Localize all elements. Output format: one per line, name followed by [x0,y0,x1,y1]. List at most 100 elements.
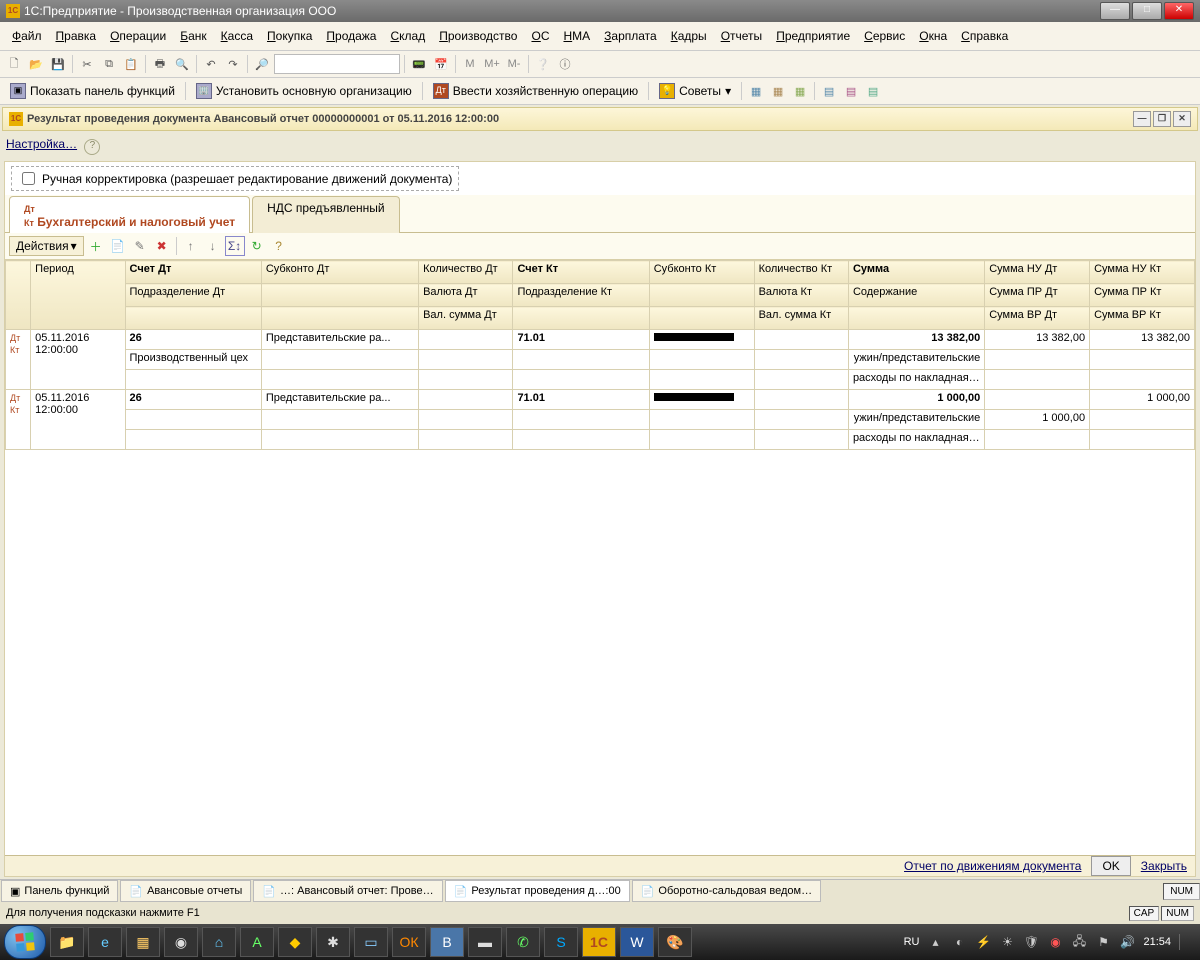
m-plus-icon[interactable]: M+ [482,54,502,74]
col-valsum-kt[interactable]: Вал. сумма Кт [754,307,848,330]
task-app-icon[interactable]: ОК [392,927,426,957]
tray-icon[interactable]: ⚡ [975,934,991,950]
help-icon[interactable]: ❔ [533,54,553,74]
calendar-icon[interactable]: 📅 [431,54,451,74]
col-acc-kt[interactable]: Счет Кт [513,261,649,284]
tray-icon[interactable]: 🛡 [1023,934,1039,950]
show-desktop-button[interactable] [1179,934,1188,950]
tool-icon-1[interactable]: ▦ [746,81,766,101]
move-down-icon[interactable]: ↓ [203,236,223,256]
menu-purchase[interactable]: Покупка [261,27,318,45]
tray-network-icon[interactable]: 🖧 [1071,934,1087,950]
tab-vat[interactable]: НДС предъявленный [252,196,399,233]
doc-close-button[interactable]: ✕ [1173,111,1191,127]
task-word-icon[interactable]: W [620,927,654,957]
paste-icon[interactable]: 📋 [121,54,141,74]
col-pr-dt[interactable]: Сумма ПР Дт [985,284,1090,307]
menu-enterprise[interactable]: Предприятие [770,27,856,45]
copy-icon[interactable]: ⧉ [99,54,119,74]
add-icon[interactable]: ＋ [86,236,106,256]
tool-icon-4[interactable]: ▤ [819,81,839,101]
tray-up-icon[interactable]: ▴ [927,934,943,950]
col-qty-kt[interactable]: Количество Кт [754,261,848,284]
tab-accounting[interactable]: ДтКт Бухгалтерский и налоговый учет [9,196,250,233]
cut-icon[interactable]: ✂ [77,54,97,74]
task-skype-icon[interactable]: S [544,927,578,957]
preview-icon[interactable]: 🔍 [172,54,192,74]
minimize-button[interactable]: — [1100,2,1130,20]
panel-tab[interactable]: 📄 …: Авансовый отчет: Прове… [253,880,442,902]
menu-nma[interactable]: НМА [557,27,596,45]
task-app-icon[interactable]: А [240,927,274,957]
table-row[interactable]: Производственный цех ужин/представительс… [6,350,1195,370]
menu-reports[interactable]: Отчеты [715,27,769,45]
menu-bank[interactable]: Банк [174,27,212,45]
col-cur-dt[interactable]: Валюта Дт [419,284,513,307]
panel-tab[interactable]: ▣ Панель функций [1,880,118,902]
col-nu-kt[interactable]: Сумма НУ Кт [1090,261,1195,284]
doc-minimize-button[interactable]: — [1133,111,1151,127]
table-row[interactable]: расходы по накладная 22 [6,370,1195,390]
menu-service[interactable]: Сервис [858,27,911,45]
panel-tab[interactable]: 📄 Авансовые отчеты [120,880,251,902]
col-vr-kt[interactable]: Сумма ВР Кт [1090,307,1195,330]
delete-icon[interactable]: ✖ [152,236,172,256]
new-icon[interactable]: 🗋 [4,54,24,74]
col-nu-dt[interactable]: Сумма НУ Дт [985,261,1090,284]
menu-salary[interactable]: Зарплата [598,27,663,45]
col-sum[interactable]: Сумма [848,261,984,284]
tray-icon[interactable]: ☀ [999,934,1015,950]
panel-tab-active[interactable]: 📄 Результат проведения д…:00 [445,880,630,902]
save-icon[interactable]: 💾 [48,54,68,74]
menu-stock[interactable]: Склад [384,27,431,45]
open-icon[interactable]: 📂 [26,54,46,74]
sigma-icon[interactable]: Σ↕ [225,236,245,256]
actions-button[interactable]: Действия ▾ [9,236,84,256]
help-hint-icon[interactable]: ? [84,139,100,155]
table-row[interactable]: ДтКт 05.11.201612:00:00 26 Представитель… [6,390,1195,410]
tray-lang[interactable]: RU [904,936,920,948]
enter-operation-button[interactable]: ДтВвести хозяйственную операцию [427,81,644,101]
task-app-icon[interactable]: ⌂ [202,927,236,957]
table-row[interactable]: ДтКт 05.11.201612:00:00 26 Представитель… [6,330,1195,350]
edit-icon[interactable]: ✎ [130,236,150,256]
task-app-icon[interactable]: ◆ [278,927,312,957]
task-vk-icon[interactable]: В [430,927,464,957]
tray-clock[interactable]: 21:54 [1143,936,1171,948]
table-row[interactable]: расходы по накладная 22 [6,430,1195,450]
menu-help[interactable]: Справка [955,27,1014,45]
table-row[interactable]: ужин/представительские 1 000,00 [6,410,1195,430]
maximize-button[interactable]: □ [1132,2,1162,20]
find-icon[interactable]: 🔎 [252,54,272,74]
close-button[interactable]: ✕ [1164,2,1194,20]
menu-hr[interactable]: Кадры [665,27,713,45]
col-qty-dt[interactable]: Количество Дт [419,261,513,284]
m-minus-icon[interactable]: M- [504,54,524,74]
task-app-icon[interactable]: ✆ [506,927,540,957]
menu-os[interactable]: ОС [525,27,555,45]
task-total-icon[interactable]: ▦ [126,927,160,957]
col-cur-kt[interactable]: Валюта Кт [754,284,848,307]
tray-flag-icon[interactable]: ⚑ [1095,934,1111,950]
menu-production[interactable]: Производство [433,27,523,45]
col-content[interactable]: Содержание [848,284,984,307]
col-dept-dt[interactable]: Подразделение Дт [125,284,261,307]
menu-edit[interactable]: Правка [50,27,103,45]
task-paint-icon[interactable]: 🎨 [658,927,692,957]
menu-cash[interactable]: Касса [215,27,259,45]
close-link[interactable]: Закрыть [1141,859,1187,873]
settings-link[interactable]: Настройка… [6,137,77,151]
info-icon[interactable]: ⓘ [555,54,575,74]
menu-windows[interactable]: Окна [913,27,953,45]
undo-icon[interactable]: ↶ [201,54,221,74]
manual-correction-checkbox[interactable]: Ручная корректировка (разрешает редактир… [11,166,459,191]
task-1c-icon[interactable]: 1C [582,927,616,957]
search-input[interactable] [274,54,400,74]
task-chrome-icon[interactable]: ◉ [164,927,198,957]
col-sub-kt[interactable]: Субконто Кт [649,261,754,284]
col-acc-dt[interactable]: Счет Дт [125,261,261,284]
col-sub-dt[interactable]: Субконто Дт [261,261,418,284]
redo-icon[interactable]: ↷ [223,54,243,74]
tool-icon-2[interactable]: ▦ [768,81,788,101]
report-link[interactable]: Отчет по движениям документа [904,859,1081,873]
